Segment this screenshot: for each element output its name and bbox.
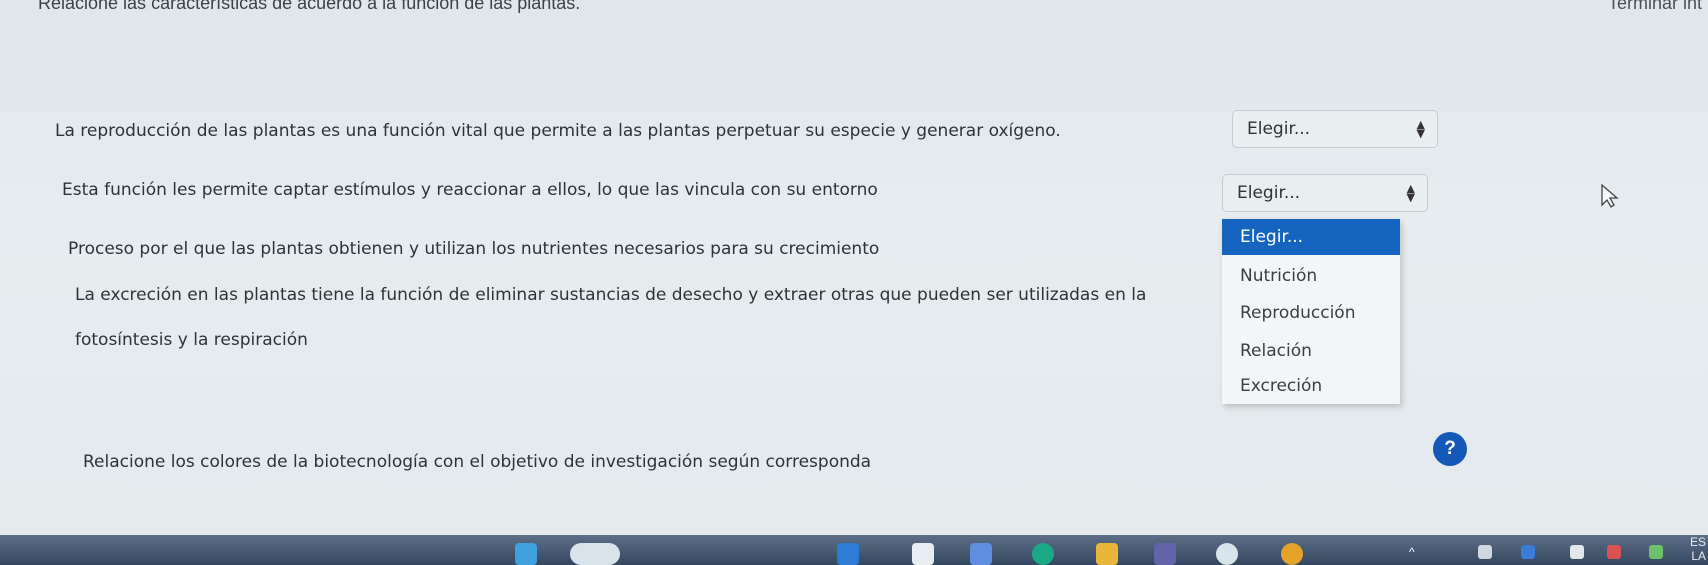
teams-icon[interactable] xyxy=(1154,543,1176,565)
help-button[interactable]: ? xyxy=(1433,432,1467,466)
question-text-3: Proceso por el que las plantas obtienen … xyxy=(68,239,880,259)
wifi-icon[interactable] xyxy=(1607,545,1621,559)
browser-icon[interactable] xyxy=(912,543,934,565)
next-question-text: Relacione los colores de la biotecnologí… xyxy=(83,452,872,472)
store-icon[interactable] xyxy=(970,543,992,565)
app-tray-icon[interactable] xyxy=(1649,545,1663,559)
taskbar: ^ ES LA xyxy=(0,535,1708,565)
file-explorer-icon[interactable] xyxy=(1096,543,1118,565)
question-text-2: Esta función les permite captar estímulo… xyxy=(62,180,878,200)
answer-select-2[interactable]: Elegir... ▲ ▼ xyxy=(1222,174,1428,212)
search-icon[interactable] xyxy=(570,543,620,565)
question-title: Relacione las características de acuerdo… xyxy=(38,0,581,13)
answer-dropdown-list[interactable]: Elegir... Nutrición Reproducción Relació… xyxy=(1222,219,1400,404)
question-text-1: La reproducción de las plantas es una fu… xyxy=(55,121,1061,141)
dropdown-option-relacion[interactable]: Relación xyxy=(1240,341,1312,361)
battery-icon[interactable] xyxy=(1521,545,1535,559)
whatsapp-icon[interactable] xyxy=(1216,543,1238,565)
edge-icon[interactable] xyxy=(1032,543,1054,565)
mouse-cursor-icon xyxy=(1601,183,1619,208)
dropdown-option-elegir[interactable]: Elegir... xyxy=(1222,219,1400,255)
answer-select-1[interactable]: Elegir... ▲ ▼ xyxy=(1232,110,1438,148)
chrome-icon[interactable] xyxy=(1281,543,1303,565)
top-bar: Relacione las características de acuerdo… xyxy=(0,0,1708,16)
select-arrows-icon: ▲ ▼ xyxy=(1406,182,1415,204)
dropdown-option-nutricion[interactable]: Nutrición xyxy=(1240,266,1317,286)
question-text-4-line1: La excreción en las plantas tiene la fun… xyxy=(75,285,1147,305)
select-value: Elegir... xyxy=(1237,183,1301,203)
question-text-4-line2: fotosíntesis y la respiración xyxy=(75,330,308,350)
help-button-label: ? xyxy=(1444,438,1456,459)
dropdown-option-excrecion[interactable]: Excreción xyxy=(1240,376,1322,396)
select-arrows-icon: ▲ ▼ xyxy=(1416,118,1425,140)
language-indicator[interactable]: ES LA xyxy=(1690,535,1706,563)
start-icon[interactable] xyxy=(515,543,537,565)
widgets-icon[interactable] xyxy=(837,543,859,565)
finish-attempt-link[interactable]: Terminar int xyxy=(1608,0,1702,14)
network-icon[interactable] xyxy=(1478,545,1492,559)
volume-icon[interactable] xyxy=(1570,545,1584,559)
dropdown-option-reproduccion[interactable]: Reproducción xyxy=(1240,303,1355,323)
language-code: ES xyxy=(1689,535,1706,549)
select-value: Elegir... xyxy=(1247,119,1311,139)
chevron-up-icon[interactable]: ^ xyxy=(1409,545,1423,559)
language-region: LA xyxy=(1691,549,1706,563)
